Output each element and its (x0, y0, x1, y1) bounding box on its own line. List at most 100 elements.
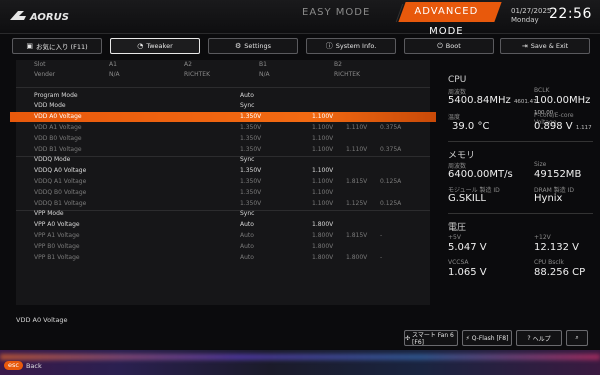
setting-value: 1.350V (240, 124, 262, 131)
setting-name: VDDQ B1 Voltage (34, 200, 87, 207)
qflash-button[interactable]: ⚡ Q-Flash [F8] (462, 330, 512, 346)
vendor-row: Vender N/A RICHTEK N/A RICHTEK (16, 70, 430, 80)
setting-value: Auto (240, 254, 254, 261)
back-label: Back (25, 361, 42, 370)
vccsa-value: 1.065 V (448, 267, 487, 278)
p12v-label: +12V (534, 234, 551, 241)
current-voltage: 1.100V (312, 113, 334, 120)
setting-value: 1.350V (240, 189, 262, 196)
setting-row-vpp-b1-voltage[interactable]: VPP B1 Voltage Auto 1.800V 1.800V - (16, 253, 430, 263)
slot-header-row: Slot A1 A2 B1 B2 (16, 60, 430, 70)
current-amps: 0.375A (380, 146, 402, 153)
setting-value: Auto (240, 232, 254, 239)
star-icon: ▣ (26, 42, 33, 50)
date-text: 01/27/2025 (511, 7, 552, 15)
setting-row-vddq-a0-voltage[interactable]: VDDQ A0 Voltage 1.350V 1.100V (16, 166, 430, 176)
esc-back-button[interactable]: esc Back (4, 361, 42, 370)
mem-size-value: 49152MB (534, 169, 582, 180)
setting-name: VPP A0 Voltage (34, 221, 80, 228)
current-voltage: 1.800V (312, 243, 334, 250)
dram-maker-value: Hynix (534, 193, 563, 204)
setting-row-vddq-b0-voltage[interactable]: VDDQ B0 Voltage 1.350V 1.100V (16, 188, 430, 198)
power-icon: ⏻ (437, 41, 443, 50)
tab-label: Save & Exit (530, 42, 569, 50)
info-icon: ⓘ (325, 42, 333, 50)
tab-settings[interactable]: ⚙ Settings (208, 38, 298, 54)
smart-fan-label: スマート Fan 6 [F6] (412, 332, 454, 346)
help-button[interactable]: ? ヘルプ (516, 330, 562, 346)
current-voltage: 1.100V (312, 200, 334, 207)
divider (16, 87, 430, 88)
fan-icon: ✣ (405, 334, 411, 342)
setting-row-vddq-mode[interactable]: VDDQ Mode Sync (16, 155, 430, 165)
setting-row-vddq-b1-voltage[interactable]: VDDQ B1 Voltage 1.350V 1.100V 1.125V 0.1… (16, 199, 430, 209)
help-label: ヘルプ (532, 335, 551, 343)
search-button[interactable]: ⌕ (566, 330, 588, 346)
tab-save-exit[interactable]: ⇥ Save & Exit (500, 38, 590, 54)
measured-voltage: 1.800V (346, 254, 368, 261)
tab-label: お気に入り (F11) (35, 43, 88, 51)
setting-row-program-mode[interactable]: Program Mode Auto (16, 91, 430, 101)
day-text: Monday (511, 16, 539, 24)
vendor-label: Vender (34, 71, 56, 78)
vendor-b1: N/A (259, 71, 270, 78)
tab-label: Boot (445, 42, 461, 50)
current-amps: - (380, 232, 383, 239)
measured-voltage: 1.110V (346, 146, 368, 153)
setting-name: VPP Mode (34, 210, 64, 217)
gear-icon: ⚙ (235, 42, 242, 50)
date-display: 01/27/2025 Monday (511, 7, 551, 25)
tab-system-info[interactable]: ⓘ System Info. (306, 38, 396, 54)
smart-fan-button[interactable]: ✣ スマート Fan 6 [F6] (404, 330, 458, 346)
p12v-value: 12.132 V (534, 242, 580, 253)
setting-row-vdd-a0-voltage-selected[interactable]: VDD A0 Voltage 1.350V 1.100V (10, 112, 436, 122)
tab-tweaker[interactable]: ◔ Tweaker (110, 38, 200, 54)
tab-boot[interactable]: ⏻ Boot (404, 38, 494, 54)
vendor-b2: RICHTEK (334, 71, 361, 78)
setting-value: 1.350V (240, 135, 262, 142)
p5v-label: +5V (448, 234, 461, 241)
current-voltage: 1.800V (312, 221, 334, 228)
measured-voltage: 1.125V (346, 200, 368, 207)
measured-voltage: 1.110V (346, 124, 368, 131)
easy-mode-button[interactable]: EASY MODE (270, 4, 404, 22)
setting-row-vdd-b1-voltage[interactable]: VDD B1 Voltage 1.350V 1.100V 1.110V 0.37… (16, 145, 430, 155)
setting-value: 1.350V (240, 200, 262, 207)
setting-row-vdd-b0-voltage[interactable]: VDD B0 Voltage 1.350V 1.100V (16, 134, 430, 144)
tab-label: Settings (244, 42, 271, 50)
exit-icon: ⇥ (521, 42, 528, 50)
setting-name: VDDQ Mode (34, 156, 71, 163)
setting-name: VPP B0 Voltage (34, 243, 80, 250)
setting-row-vddq-a1-voltage[interactable]: VDDQ A1 Voltage 1.350V 1.100V 1.815V 0.1… (16, 177, 430, 187)
current-voltage: 1.100V (312, 189, 334, 196)
tab-favorites[interactable]: ▣ お気に入り (F11) (12, 38, 102, 54)
setting-name: VDD B0 Voltage (34, 135, 82, 142)
current-amps: 0.375A (380, 124, 402, 131)
current-voltage: 1.100V (312, 135, 334, 142)
mem-freq-value: 6400.00MT/s (448, 169, 513, 180)
setting-name: VDD Mode (34, 102, 66, 109)
divider (448, 141, 593, 142)
slot-a1: A1 (109, 61, 117, 68)
voltage-section-title: 電圧 (448, 223, 467, 233)
setting-row-vpp-mode[interactable]: VPP Mode Sync (16, 209, 430, 219)
setting-row-vpp-a1-voltage[interactable]: VPP A1 Voltage Auto 1.800V 1.815V - (16, 231, 430, 241)
advanced-mode-button[interactable]: ADVANCED MODE (398, 2, 502, 37)
vcore-value: 0.898 V 1.117 (534, 121, 592, 132)
setting-row-vpp-b0-voltage[interactable]: VPP B0 Voltage Auto 1.800V (16, 242, 430, 252)
vendor-a2: RICHTEK (184, 71, 211, 78)
cpu-temp-label: 温度 (448, 114, 461, 121)
setting-row-vpp-a0-voltage[interactable]: VPP A0 Voltage Auto 1.800V (16, 220, 430, 230)
tab-bar: ▣ お気に入り (F11) ◔ Tweaker ⚙ Settings ⓘ Sys… (0, 38, 600, 54)
measured-voltage: 1.815V (346, 232, 368, 239)
bottom-glow (0, 354, 600, 360)
current-voltage: 1.800V (312, 254, 334, 261)
setting-row-vdd-a1-voltage[interactable]: VDD A1 Voltage 1.350V 1.100V 1.110V 0.37… (16, 123, 430, 133)
cpu-bsclk-label: CPU Bsclk (534, 259, 564, 266)
tab-label: Tweaker (146, 42, 173, 50)
current-voltage: 1.100V (312, 124, 334, 131)
setting-row-vdd-mode[interactable]: VDD Mode Sync (16, 101, 430, 111)
setting-value: Auto (240, 243, 254, 250)
setting-value: Sync (240, 156, 255, 163)
slot-b2: B2 (334, 61, 342, 68)
